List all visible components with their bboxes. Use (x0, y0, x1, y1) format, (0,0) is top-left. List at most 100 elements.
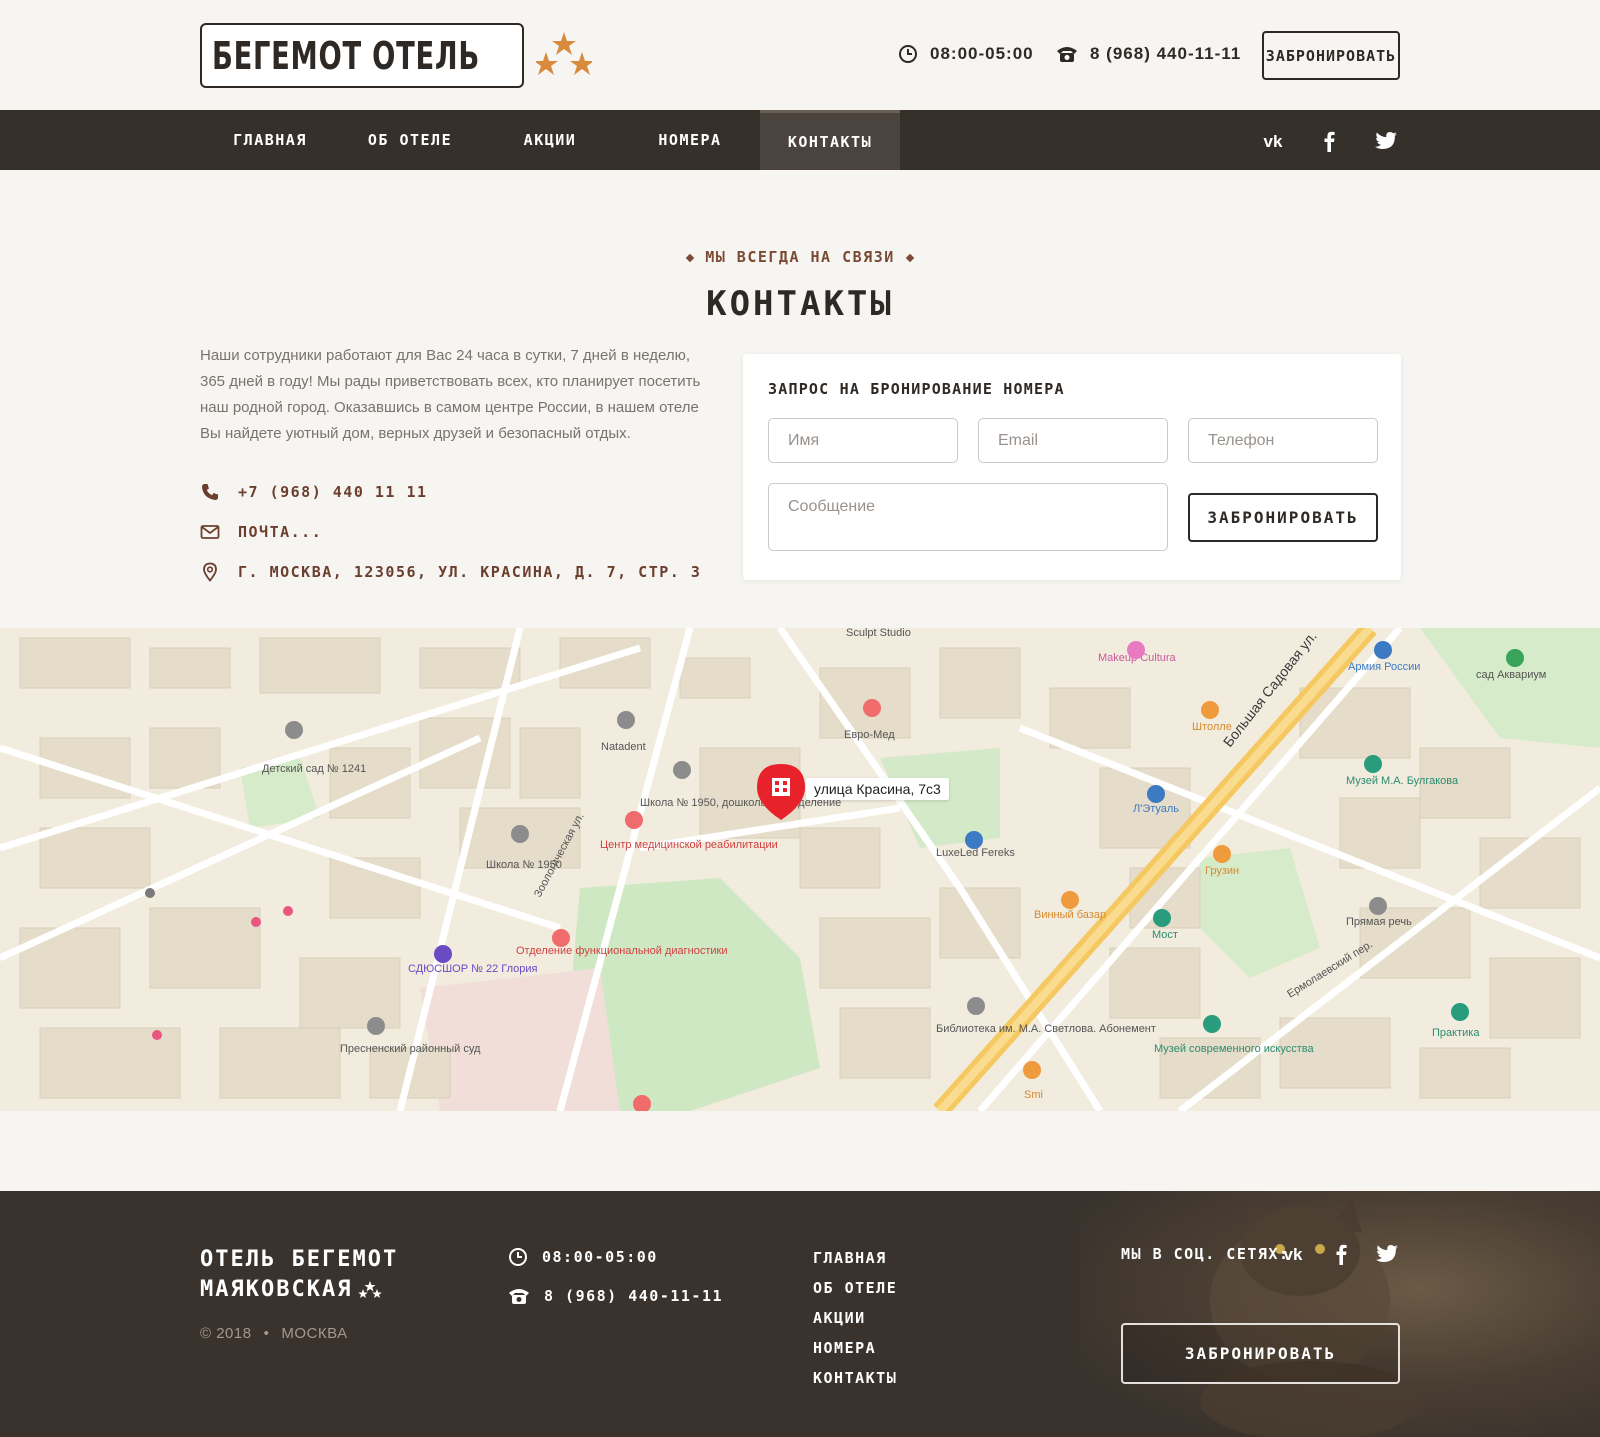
telephone-icon (509, 1289, 529, 1304)
map-label: Мост (1152, 929, 1178, 941)
main-nav: ГЛАВНАЯ ОБ ОТЕЛЕ АКЦИИ НОМЕРА КОНТАКТЫ v… (0, 110, 1600, 170)
map-label: Natadent (601, 741, 646, 753)
city-text: МОСКВА (281, 1325, 348, 1342)
svg-text:vk: vk (1284, 1245, 1303, 1264)
email-field[interactable] (978, 418, 1168, 463)
nav-item-promotions[interactable]: АКЦИИ (480, 110, 620, 170)
map-poi-marker (965, 831, 983, 849)
header-phone[interactable]: 8 (968) 440-11-11 (1056, 44, 1241, 64)
map-poi-marker (251, 917, 261, 927)
header-hours-text: 08:00-05:00 (930, 44, 1034, 63)
vk-icon[interactable]: vk (1280, 1241, 1306, 1267)
vk-icon[interactable]: vk (1260, 128, 1286, 154)
map-label: сад Аквариум (1476, 669, 1546, 681)
map-poi-marker (511, 825, 529, 843)
map-poi-marker (1023, 1061, 1041, 1079)
form-title: ЗАПРОС НА БРОНИРОВАНИЕ НОМЕРА (768, 380, 1065, 398)
message-field[interactable] (768, 483, 1168, 551)
footer-brand-line1: ОТЕЛЬ БЕГЕМОТ (200, 1247, 399, 1272)
footer-nav-promotions[interactable]: АКЦИИ (813, 1303, 897, 1333)
map-label: Детский сад № 1241 (262, 763, 366, 775)
contact-phone-text: +7 (968) 440 11 11 (238, 483, 428, 501)
form-submit-button[interactable]: ЗАБРОНИРОВАТЬ (1188, 493, 1378, 542)
footer-hours-text: 08:00-05:00 (542, 1248, 658, 1266)
map-poi-marker (1153, 909, 1171, 927)
copyright-text: © 2018 (200, 1325, 252, 1342)
map-label: Штолле (1192, 721, 1232, 733)
map-poi-marker (1203, 1015, 1221, 1033)
map-label: Библиотека им. М.А. Светлова. Абонемент (936, 1023, 1156, 1035)
header-book-button[interactable]: ЗАБРОНИРОВАТЬ (1262, 31, 1400, 80)
footer-brand: ОТЕЛЬ БЕГЕМОТ МАЯКОВСКАЯ (200, 1245, 398, 1305)
map-poi-marker (1506, 649, 1524, 667)
map-label: Прямая речь (1346, 916, 1412, 928)
diamond-icon (905, 253, 915, 262)
nav-item-contacts[interactable]: КОНТАКТЫ (760, 110, 900, 170)
contact-email-text: ПОЧТА... (238, 523, 323, 541)
bullet-separator: • (263, 1325, 270, 1342)
map-label: Smi (1024, 1089, 1043, 1101)
footer-nav-about[interactable]: ОБ ОТЕЛЕ (813, 1273, 897, 1303)
envelope-icon (200, 525, 220, 539)
map-label: Пресненский районный суд (340, 1043, 481, 1055)
map-poi-marker (1061, 891, 1079, 909)
map-poi-marker (673, 761, 691, 779)
footer-nav-home[interactable]: ГЛАВНАЯ (813, 1243, 897, 1273)
twitter-icon[interactable] (1373, 128, 1399, 154)
footer-brand-line2: МАЯКОВСКАЯ (200, 1277, 353, 1302)
map-label: Грузин (1205, 865, 1239, 877)
map-label: Л'Этуаль (1133, 803, 1179, 815)
map-poi-marker (367, 1017, 385, 1035)
map-poi-marker (285, 721, 303, 739)
footer-phone[interactable]: 8 (968) 440-11-11 (508, 1287, 723, 1305)
footer-social-label: МЫ В СОЦ. СЕТЯХ: (1121, 1245, 1290, 1263)
map-label: Школа № 1950 (486, 859, 562, 871)
phone-icon (202, 484, 218, 500)
map-label: Евро-Мед (844, 729, 895, 741)
footer-nav-contacts[interactable]: КОНТАКТЫ (813, 1363, 897, 1393)
footer-hours: 08:00-05:00 (508, 1247, 658, 1267)
map-poi-marker (283, 906, 293, 916)
name-field[interactable] (768, 418, 958, 463)
stars-icon (358, 1281, 383, 1298)
nav-item-home[interactable]: ГЛАВНАЯ (200, 110, 340, 170)
map-label: Музей современного искусства (1154, 1043, 1314, 1055)
site-footer: ОТЕЛЬ БЕГЕМОТ МАЯКОВСКАЯ © 2018 • МОСКВА… (0, 1191, 1600, 1437)
map-poi-marker (863, 699, 881, 717)
page-title: КОНТАКТЫ (706, 284, 894, 324)
map-label: Музей М.А. Булгакова (1346, 775, 1459, 787)
contact-address-text: Г. МОСКВА, 123056, УЛ. КРАСИНА, Д. 7, СТ… (238, 563, 702, 581)
logo-text: БЕГЕМОТ ОТЕЛЬ (212, 33, 480, 78)
contact-phone[interactable]: +7 (968) 440 11 11 (200, 482, 428, 502)
facebook-icon[interactable] (1328, 1241, 1354, 1267)
footer-nav-rooms[interactable]: НОМЕРА (813, 1333, 897, 1363)
contact-address: Г. МОСКВА, 123056, УЛ. КРАСИНА, Д. 7, СТ… (200, 562, 701, 582)
map-poi-marker (625, 811, 643, 829)
map-poi-marker (434, 945, 452, 963)
nav-item-rooms[interactable]: НОМЕРА (620, 110, 760, 170)
nav-item-about[interactable]: ОБ ОТЕЛЕ (340, 110, 480, 170)
map-poi-marker (1147, 785, 1165, 803)
map-label: Отделение функциональной диагностики (516, 945, 727, 957)
twitter-icon[interactable] (1374, 1241, 1400, 1267)
footer-book-button[interactable]: ЗАБРОНИРОВАТЬ (1121, 1323, 1400, 1384)
contacts-intro: Наши сотрудники работают для Вас 24 часа… (200, 347, 701, 442)
phone-field[interactable] (1188, 418, 1378, 463)
clock-icon (509, 1248, 527, 1266)
location-pin-icon (203, 562, 217, 582)
clock-icon (899, 45, 917, 63)
header-phone-text: 8 (968) 440-11-11 (1090, 44, 1242, 63)
facebook-icon[interactable] (1316, 128, 1342, 154)
map-poi-marker (1451, 1003, 1469, 1021)
site-header: БЕГЕМОТ ОТЕЛЬ 08:00-05:00 8 (968) 440-11… (0, 0, 1600, 110)
hotel-logo[interactable]: БЕГЕМОТ ОТЕЛЬ (200, 23, 524, 88)
booking-form: ЗАПРОС НА БРОНИРОВАНИЕ НОМЕРА ЗАБРОНИРОВ… (743, 354, 1401, 580)
map-canvas: Большая Садовая ул. Зоологическая ул. Ер… (0, 628, 1600, 1111)
location-map[interactable]: Большая Садовая ул. Зоологическая ул. Ер… (0, 628, 1600, 1111)
three-stars-icon (536, 32, 592, 75)
eyebrow-text: МЫ ВСЕГДА НА СВЯЗИ (705, 248, 895, 266)
map-poi-marker (617, 711, 635, 729)
contact-email[interactable]: ПОЧТА... (200, 522, 322, 542)
map-poi-marker (1127, 641, 1145, 659)
header-hours: 08:00-05:00 (898, 44, 1034, 64)
